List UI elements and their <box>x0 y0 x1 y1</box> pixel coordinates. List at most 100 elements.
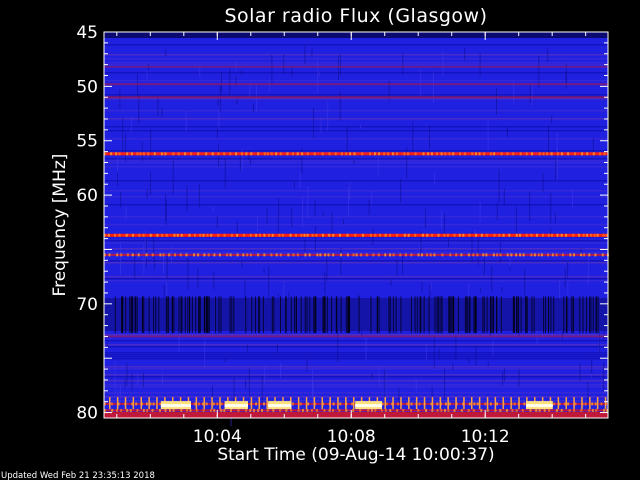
heatmap-dark-streak <box>158 296 160 334</box>
heatmap-dark-streak <box>294 296 296 334</box>
band-speckle <box>110 402 113 406</box>
heatmap-speckle <box>547 48 549 62</box>
band-speckle <box>311 408 313 412</box>
burst-spike <box>258 397 260 410</box>
band-speckle <box>279 408 282 412</box>
heatmap-texture-row <box>104 252 608 254</box>
heatmap-speckle <box>233 377 235 403</box>
heatmap-dark-streak <box>199 296 200 334</box>
heatmap-speckle <box>165 49 167 57</box>
burst-spike <box>486 397 489 410</box>
heatmap-speckle <box>360 124 362 129</box>
band-speckle <box>205 152 208 156</box>
x-tick-label: 10:04 <box>193 427 242 447</box>
band-speckle <box>540 253 543 257</box>
band-speckle <box>505 408 508 412</box>
band-speckle <box>126 253 129 257</box>
heatmap-texture-row <box>104 358 608 360</box>
heatmap-dark-streak <box>323 296 325 334</box>
heatmap-speckle <box>130 116 132 132</box>
burst-spike <box>423 397 426 410</box>
heatmap-speckle <box>433 335 435 369</box>
band-speckle <box>323 408 326 412</box>
band-speckle <box>536 233 538 237</box>
heatmap-texture-row <box>104 216 608 218</box>
heatmap-texture-row <box>104 44 608 46</box>
burst-spike <box>353 397 355 410</box>
heatmap-dark-streak <box>215 296 217 334</box>
heatmap-speckle <box>246 344 248 352</box>
burst-core <box>160 404 191 408</box>
burst-spike <box>211 397 213 410</box>
heatmap-speckle <box>496 203 498 221</box>
band-speckle <box>292 402 294 406</box>
heatmap-speckle <box>531 82 533 106</box>
band-speckle <box>367 408 370 412</box>
heatmap-speckle <box>464 47 466 61</box>
band-speckle <box>240 152 243 156</box>
heatmap-speckle <box>131 373 133 391</box>
heatmap-texture-row <box>104 278 608 280</box>
heatmap-speckle <box>248 367 250 397</box>
band-speckle <box>426 233 429 237</box>
heatmap-speckle <box>412 121 414 152</box>
heatmap-speckle <box>441 210 442 229</box>
band-speckle <box>417 408 420 412</box>
heatmap-speckle <box>229 68 231 95</box>
heatmap-speckle <box>448 237 449 248</box>
burst-core <box>268 404 292 408</box>
band-speckle <box>594 253 597 257</box>
band-speckle <box>111 408 114 412</box>
band-speckle <box>471 152 474 156</box>
band-speckle <box>512 152 515 156</box>
band-speckle <box>153 152 156 156</box>
band-speckle <box>556 233 559 237</box>
band-speckle <box>582 233 585 237</box>
band-speckle <box>205 402 208 406</box>
heatmap-speckle <box>551 115 553 124</box>
band-speckle <box>603 152 606 156</box>
band-speckle <box>569 253 572 257</box>
heatmap-speckle <box>264 365 266 386</box>
band-speckle <box>499 253 502 257</box>
heatmap-texture-row <box>104 54 608 56</box>
band-speckle <box>392 152 394 156</box>
band-speckle <box>467 253 470 257</box>
heatmap-speckle <box>331 212 333 236</box>
band-speckle <box>492 253 495 257</box>
band-speckle <box>202 408 205 412</box>
heatmap-dark-streak <box>309 296 311 334</box>
burst-spike <box>329 397 331 410</box>
band-speckle <box>568 408 571 412</box>
band-speckle <box>573 253 575 257</box>
band-speckle <box>443 233 446 237</box>
band-speckle <box>249 408 252 412</box>
band-speckle <box>436 152 438 156</box>
band-speckle <box>486 408 489 412</box>
heatmap-texture-row <box>104 262 608 264</box>
heatmap-dark-streak <box>122 296 124 334</box>
heatmap-dark-streak <box>437 296 439 334</box>
band-speckle <box>583 253 586 257</box>
heatmap-dark-streak <box>516 296 517 334</box>
burst-spike <box>132 397 135 410</box>
band-speckle <box>296 152 299 156</box>
heatmap-dark-streak <box>178 296 180 334</box>
heatmap-speckle <box>438 348 440 359</box>
band-speckle <box>482 253 485 257</box>
heatmap-dark-streak <box>290 296 292 334</box>
burst-spike <box>195 397 198 410</box>
band-speckle <box>560 233 563 237</box>
band-speckle <box>425 408 427 412</box>
band-speckle <box>448 152 451 156</box>
burst-core <box>224 404 248 408</box>
heatmap-speckle <box>142 372 144 388</box>
heatmap-bottom-edge <box>104 412 608 418</box>
heatmap-speckle <box>567 262 569 278</box>
band-speckle <box>168 253 171 257</box>
heatmap-speckle <box>302 196 304 228</box>
heatmap-dark-streak <box>262 296 264 334</box>
band-speckle <box>339 402 342 406</box>
band-speckle <box>223 152 226 156</box>
heatmap-dark-streak <box>439 296 441 334</box>
